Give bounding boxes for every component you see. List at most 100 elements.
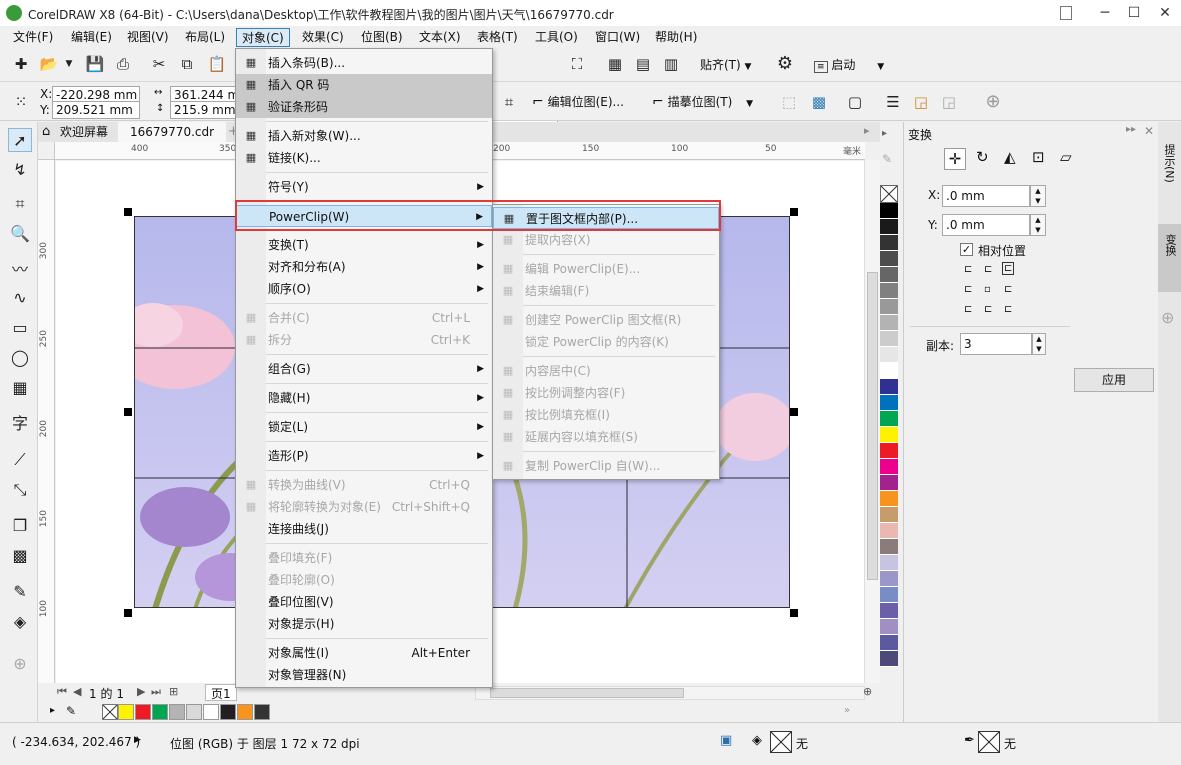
zoom-tool-icon[interactable]: 🔍 <box>8 222 32 246</box>
color-swatch[interactable] <box>880 427 898 443</box>
x-spinner[interactable]: ▲ ▼ <box>1030 185 1046 207</box>
outline-none-swatch[interactable] <box>978 731 1000 753</box>
crop-bitmap-icon[interactable]: ⌗ <box>498 91 520 113</box>
show-guidelines-icon[interactable]: ▥ <box>660 53 682 75</box>
save-icon[interactable]: 💾 <box>84 53 106 75</box>
zoom-navigator-icon[interactable]: ⊕ <box>863 685 872 698</box>
eyedropper-tool-icon[interactable]: ✎ <box>8 580 32 604</box>
color-swatch[interactable] <box>880 539 898 555</box>
menu-item[interactable]: 顺序(O) ▶ <box>236 278 492 300</box>
docker-y-field[interactable]: .0 mm <box>942 214 1030 236</box>
menu-help[interactable]: 帮助(H) <box>650 28 702 47</box>
fill-none-swatch[interactable] <box>770 731 792 753</box>
color-swatch[interactable] <box>880 411 898 427</box>
transparency-tool-icon[interactable]: ▩ <box>8 544 32 568</box>
menu-item[interactable]: 隐藏(H) ▶ <box>236 387 492 409</box>
y-position-field[interactable]: 209.521 mm <box>52 101 140 119</box>
wrap-text-icon[interactable]: ☰ <box>882 91 904 113</box>
color-swatch[interactable] <box>880 587 898 603</box>
menu-layout[interactable]: 布局(L) <box>180 28 230 47</box>
docker-close-icon[interactable]: ✕ <box>1144 124 1154 138</box>
anchor-point[interactable]: ⊏ <box>984 264 992 275</box>
selection-handle[interactable] <box>124 408 132 416</box>
menu-item[interactable]: 组合(G) ▶ <box>236 358 492 380</box>
edit-bitmap-button[interactable]: ⌐ 编辑位图(E)... <box>532 93 624 110</box>
copies-field[interactable]: 3 <box>960 333 1032 355</box>
menu-item[interactable]: 对象提示(H) <box>236 613 492 635</box>
color-swatch[interactable] <box>880 299 898 315</box>
pick-tool-icon[interactable]: ➚ <box>8 128 32 152</box>
restore-doc-icon[interactable] <box>1060 6 1072 20</box>
color-swatch[interactable] <box>880 635 898 651</box>
print-icon[interactable]: ⎙ <box>112 53 134 75</box>
first-page-icon[interactable]: ⏮ <box>57 685 67 699</box>
color-swatch[interactable] <box>880 331 898 347</box>
color-swatch[interactable] <box>237 704 253 720</box>
vertical-scrollbar[interactable] <box>864 160 880 683</box>
new-document-icon[interactable]: ✚ <box>10 53 32 75</box>
color-swatch[interactable] <box>880 219 898 235</box>
color-swatch[interactable] <box>254 704 270 720</box>
tab-transform[interactable]: 变换 <box>1158 224 1181 292</box>
color-swatch[interactable] <box>880 523 898 539</box>
color-proof-icon[interactable]: ▣ <box>720 733 732 748</box>
menu-item[interactable]: 叠印位图(V) <box>236 591 492 613</box>
open-dropdown-icon[interactable]: ▼ <box>58 53 80 75</box>
color-swatch[interactable] <box>880 363 898 379</box>
paste-icon[interactable]: 📋 <box>206 53 228 75</box>
add-tool-icon[interactable]: ⊕ <box>8 652 32 676</box>
horizontal-scroll-thumb[interactable] <box>490 688 684 698</box>
anchor-point[interactable]: ▫ <box>984 284 991 295</box>
color-swatch[interactable] <box>880 203 898 219</box>
anchor-point[interactable]: ⊏ <box>964 264 972 275</box>
selection-handle[interactable] <box>124 208 132 216</box>
status-expand-icon[interactable]: ▶ <box>134 735 141 745</box>
menu-item[interactable]: 符号(Y) ▶ <box>236 176 492 198</box>
menu-file[interactable]: 文件(F) <box>8 28 58 47</box>
color-swatch[interactable] <box>880 459 898 475</box>
last-page-icon[interactable]: ⏭ <box>151 685 161 699</box>
mirror-mode-icon[interactable]: ◭ <box>1004 148 1016 166</box>
menu-edit[interactable]: 编辑(E) <box>66 28 117 47</box>
palette-eyedropper-icon[interactable]: ✎ <box>66 704 76 718</box>
menu-item[interactable]: 对象管理器(N) <box>236 664 492 686</box>
snap-to-dropdown[interactable]: 贴齐(T) ▼ <box>700 56 751 73</box>
menu-item[interactable]: ▦ 插入 QR 码 <box>236 74 492 96</box>
copies-spinner[interactable]: ▲ ▼ <box>1032 333 1046 355</box>
menu-text[interactable]: 文本(X) <box>414 28 466 47</box>
color-swatch[interactable] <box>880 379 898 395</box>
color-swatch[interactable] <box>880 315 898 331</box>
menu-item[interactable]: ▦ 链接(K)... <box>236 147 492 169</box>
menu-bitmap[interactable]: 位图(B) <box>356 28 408 47</box>
color-swatch[interactable] <box>880 651 898 667</box>
menu-table[interactable]: 表格(T) <box>472 28 523 47</box>
no-color-swatch[interactable] <box>102 704 118 720</box>
anchor-point[interactable]: ⊏ <box>1004 284 1012 295</box>
interactive-fill-icon[interactable]: ◈ <box>8 610 32 634</box>
bitmap-mask-icon[interactable]: ▩ <box>808 91 830 113</box>
color-swatch[interactable] <box>880 283 898 299</box>
color-swatch[interactable] <box>880 395 898 411</box>
y-spinner[interactable]: ▲ ▼ <box>1030 214 1046 236</box>
docker-expand-icon[interactable]: ▸▸ <box>1126 124 1136 135</box>
anchor-point[interactable]: ⊏ <box>964 304 972 315</box>
tab-page-1[interactable]: 页1 <box>205 684 237 701</box>
text-tool-icon[interactable]: 字 <box>8 412 32 436</box>
color-swatch[interactable] <box>880 347 898 363</box>
position-mode-icon[interactable]: ✛ <box>944 148 966 170</box>
anchor-point[interactable]: ⊏ <box>1002 262 1015 275</box>
height-field[interactable]: 215.9 mm <box>170 101 236 119</box>
color-swatch[interactable] <box>880 619 898 635</box>
drop-shadow-icon[interactable]: ❐ <box>8 514 32 538</box>
color-swatch[interactable] <box>880 491 898 507</box>
freehand-tool-icon[interactable]: 〰 <box>8 258 32 282</box>
anchor-point[interactable]: ⊏ <box>964 284 972 295</box>
open-folder-icon[interactable]: 📂 <box>38 53 60 75</box>
connector-tool-icon[interactable]: ⤡ <box>8 478 32 502</box>
ruler-origin[interactable] <box>38 142 55 160</box>
horizontal-scrollbar[interactable] <box>475 686 865 700</box>
menu-view[interactable]: 视图(V) <box>122 28 174 47</box>
add-toolbar-icon[interactable]: ⊕ <box>982 91 1004 113</box>
menu-object[interactable]: 对象(C) <box>236 28 290 47</box>
menu-item[interactable]: ▦ 插入新对象(W)... <box>236 125 492 147</box>
